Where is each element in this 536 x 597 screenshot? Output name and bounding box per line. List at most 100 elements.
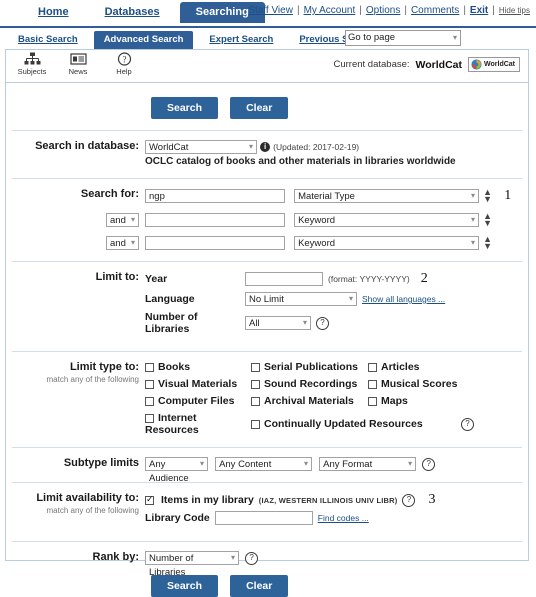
search-term-input-2[interactable] xyxy=(145,213,285,227)
format-select[interactable]: Any Format ▾ xyxy=(319,457,417,471)
toolbar-label-help: Help xyxy=(116,67,132,76)
show-all-languages-link[interactable]: Show all languages ... xyxy=(362,294,445,304)
search-in-database-row: Search in database: WorldCat ▾ i (Update… xyxy=(6,131,528,167)
clear-button-bottom[interactable]: Clear xyxy=(230,575,289,597)
num-libraries-select[interactable]: All ▾ xyxy=(245,316,311,330)
link-options[interactable]: Options xyxy=(366,5,400,16)
checkbox-icon[interactable] xyxy=(145,396,154,406)
row-spinner-3[interactable]: ▲ ▼ xyxy=(482,235,493,251)
checkbox-item-articles[interactable]: Articles xyxy=(368,361,468,373)
news-card-icon xyxy=(60,52,96,67)
checkbox-item-serial-publications[interactable]: Serial Publications xyxy=(251,361,368,373)
limit-year-row: Year (format: YYYY-YYYY) 2 xyxy=(145,271,528,287)
toolbar-label-news: News xyxy=(68,67,88,76)
checkbox-label: Articles xyxy=(381,361,420,373)
database-select[interactable]: WorldCat ▾ xyxy=(145,140,257,154)
search-form-frame: Subjects News ? Help Current database: W… xyxy=(5,49,529,597)
search-index-select-1[interactable]: Material Type ▾ xyxy=(294,189,480,204)
year-label: Year xyxy=(145,273,168,285)
checkbox-icon[interactable] xyxy=(145,379,154,389)
search-button-top[interactable]: Search xyxy=(151,97,219,119)
chevron-down-icon: ▾ xyxy=(471,191,476,201)
checkbox-label: Archival Materials xyxy=(264,395,354,407)
checkbox-icon[interactable] xyxy=(145,362,154,372)
year-input[interactable] xyxy=(245,272,323,286)
checkbox-icon[interactable] xyxy=(368,379,377,389)
link-comments[interactable]: Comments xyxy=(411,5,459,16)
info-icon[interactable]: i xyxy=(260,142,271,152)
search-term-input-3[interactable] xyxy=(145,236,285,250)
audience-select[interactable]: Any Audience ▾ xyxy=(145,457,208,484)
checkbox-label: Computer Files xyxy=(158,395,235,407)
link-hide-tips[interactable]: Hide tips xyxy=(499,6,530,15)
toolbar-label-subjects: Subjects xyxy=(17,67,47,76)
checkbox-icon[interactable] xyxy=(368,396,377,406)
language-value: No Limit xyxy=(249,294,284,305)
checkbox-item-sound-recordings[interactable]: Sound Recordings xyxy=(251,378,368,390)
search-term-input-1[interactable]: ngp xyxy=(145,189,285,204)
content-select[interactable]: Any Content ▾ xyxy=(215,457,313,471)
library-code-input[interactable] xyxy=(214,511,313,525)
link-my-account[interactable]: My Account xyxy=(304,5,356,16)
help-question-icon[interactable]: ? xyxy=(461,417,474,431)
form-toolbar: Subjects News ? Help Current database: W… xyxy=(6,50,528,83)
checkbox-item-musical-scores[interactable]: Musical Scores xyxy=(368,378,468,390)
tab-advanced-search[interactable]: Advanced Search xyxy=(93,31,194,49)
tab-home[interactable]: Home xyxy=(22,2,85,23)
checkbox-icon[interactable] xyxy=(251,396,260,406)
library-code-row: Library Code Find codes ... xyxy=(145,511,528,525)
language-label: Language xyxy=(145,293,195,305)
search-in-database-controls: WorldCat ▾ i (Updated: 2017-02-19) OCLC … xyxy=(145,140,528,167)
search-index-select-2[interactable]: Keyword ▾ xyxy=(294,213,480,227)
checkbox-item-visual-materials[interactable]: Visual Materials xyxy=(145,378,251,390)
toolbar-item-help[interactable]: ? Help xyxy=(106,52,142,76)
utility-links: Staff View | My Account | Options | Comm… xyxy=(248,5,530,16)
checkbox-icon[interactable] xyxy=(251,379,260,389)
tab-expert-search[interactable]: Expert Search xyxy=(199,31,284,49)
help-question-icon[interactable]: ? xyxy=(245,551,259,565)
rank-by-row: Rank by: Number of Libraries ▾ ? xyxy=(6,542,528,578)
checkbox-row: Computer Files Archival Materials Maps xyxy=(145,395,528,407)
rank-by-controls: Number of Libraries ▾ ? xyxy=(145,551,528,578)
checkbox-item-continually-updated-resources[interactable]: Continually Updated Resources xyxy=(251,418,461,430)
limit-availability-row: Limit availability to: match any of the … xyxy=(6,483,528,530)
checkbox-icon[interactable] xyxy=(251,362,260,372)
help-question-icon[interactable]: ? xyxy=(422,457,436,471)
toolbar-item-subjects[interactable]: Subjects xyxy=(14,52,50,76)
checkbox-item-computer-files[interactable]: Computer Files xyxy=(145,395,251,407)
help-question-icon[interactable]: ? xyxy=(402,493,416,507)
row-spinner-2[interactable]: ▲ ▼ xyxy=(482,212,493,228)
boolean-select-3[interactable]: and ▾ xyxy=(106,236,139,250)
annotation-1: 1 xyxy=(504,188,512,203)
checkbox-item-maps[interactable]: Maps xyxy=(368,395,468,407)
go-to-page-select[interactable]: Go to page ▾ xyxy=(345,30,461,46)
toolbar-item-news[interactable]: News xyxy=(60,52,96,76)
boolean-select-2[interactable]: and ▾ xyxy=(106,213,139,227)
checkbox-icon[interactable] xyxy=(368,362,377,372)
checkbox-item-books[interactable]: Books xyxy=(145,361,251,373)
limit-availability-title: Limit availability to: xyxy=(36,492,139,504)
checkbox-row: Visual Materials Sound Recordings Musica… xyxy=(145,378,528,390)
rank-by-select[interactable]: Number of Libraries ▾ xyxy=(145,551,239,578)
help-question-icon[interactable]: ? xyxy=(316,316,329,330)
language-select[interactable]: No Limit ▾ xyxy=(245,292,357,306)
checkbox-icon[interactable] xyxy=(145,413,154,423)
secondary-navigation: Basic Search Advanced Search Expert Sear… xyxy=(0,30,536,50)
search-index-select-3[interactable]: Keyword ▾ xyxy=(294,236,480,250)
checkbox-item-internet-resources[interactable]: Internet Resources xyxy=(145,412,251,436)
link-separator: | xyxy=(463,5,466,16)
row-spinner-1[interactable]: ▲ ▼ xyxy=(482,188,493,204)
tab-basic-search[interactable]: Basic Search xyxy=(8,31,88,49)
link-exit[interactable]: Exit xyxy=(470,5,488,16)
checkbox-icon[interactable] xyxy=(251,419,260,429)
checkbox-icon[interactable] xyxy=(145,494,154,505)
limit-type-checkbox-grid: Books Serial Publications Articles Visua… xyxy=(145,361,528,436)
current-database-value: WorldCat xyxy=(415,58,463,71)
primary-tabs: Home Databases Searching xyxy=(22,2,265,23)
clear-button-top[interactable]: Clear xyxy=(230,97,289,119)
checkbox-item-archival-materials[interactable]: Archival Materials xyxy=(251,395,368,407)
checkbox-label: Sound Recordings xyxy=(264,378,358,390)
find-codes-link[interactable]: Find codes ... xyxy=(318,513,369,523)
tab-databases[interactable]: Databases xyxy=(88,2,176,23)
link-staff-view[interactable]: Staff View xyxy=(248,5,293,16)
